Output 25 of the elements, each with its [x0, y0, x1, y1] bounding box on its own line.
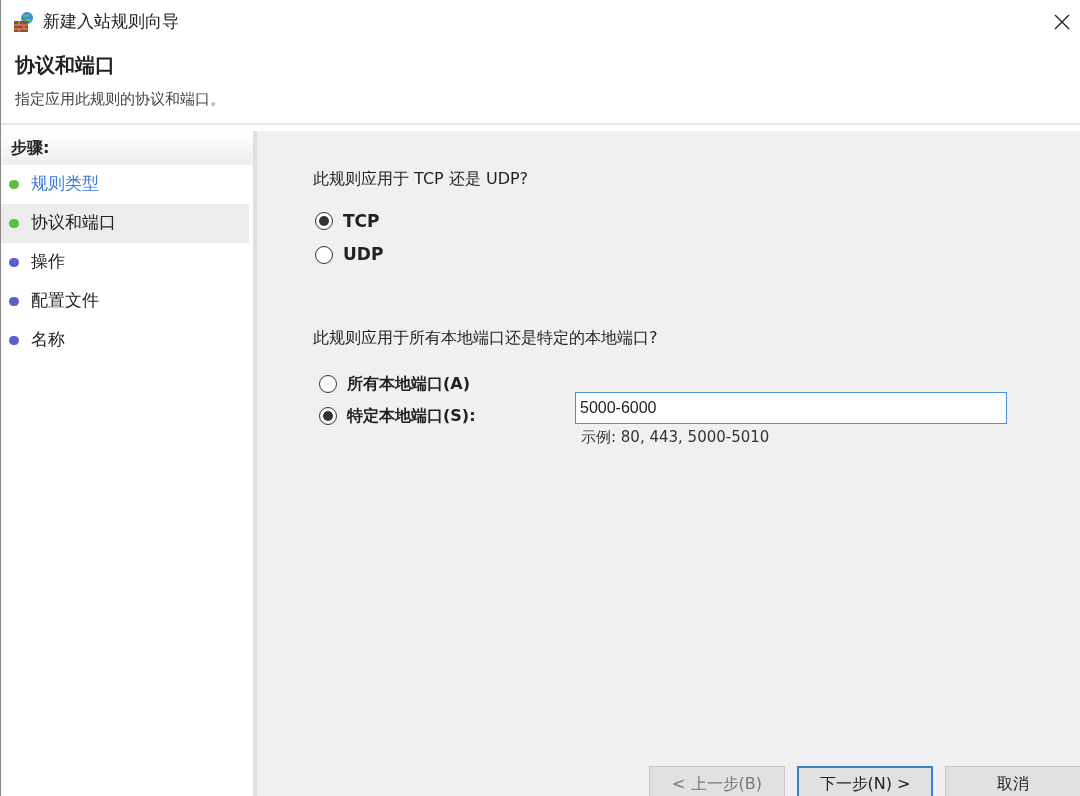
protocol-question: 此规则应用于 TCP 还是 UDP? — [313, 167, 530, 190]
firewall-icon — [13, 11, 35, 33]
step-label: 名称 — [31, 328, 65, 352]
page-title: 协议和端口 — [15, 52, 116, 79]
radio-button[interactable] — [319, 374, 337, 393]
port-input-field[interactable]: 5000-6000 — [575, 391, 1007, 424]
radio-label: 所有本地端口(A) — [347, 372, 470, 395]
window-title: 新建入站规则向导 — [43, 10, 179, 34]
page-subtitle: 指定应用此规则的协议和端口。 — [15, 89, 226, 110]
step-label: 配置文件 — [31, 289, 99, 313]
step-label: 协议和端口 — [31, 211, 116, 235]
radio-button[interactable] — [319, 406, 337, 425]
example-hint: 示例: 80, 443, 5000-5010 — [580, 426, 771, 448]
step-label: 操作 — [31, 250, 65, 274]
close-icon[interactable] — [1054, 14, 1070, 30]
wizard-button[interactable]: 取消 — [945, 766, 1080, 796]
step-label: 规则类型 — [31, 172, 99, 196]
step-item[interactable]: 协议和端口 — [1, 203, 249, 243]
wizard-button[interactable]: 下一步(N) > — [797, 766, 933, 796]
radio-label: 特定本地端口(S): — [347, 404, 476, 427]
radio-button[interactable] — [315, 212, 333, 231]
radio-label: TCP — [343, 209, 380, 233]
radio-label: UDP — [343, 243, 384, 266]
ports-question: 此规则应用于所有本地端口还是特定的本地端口? — [313, 326, 659, 349]
radio-button[interactable] — [315, 245, 333, 264]
